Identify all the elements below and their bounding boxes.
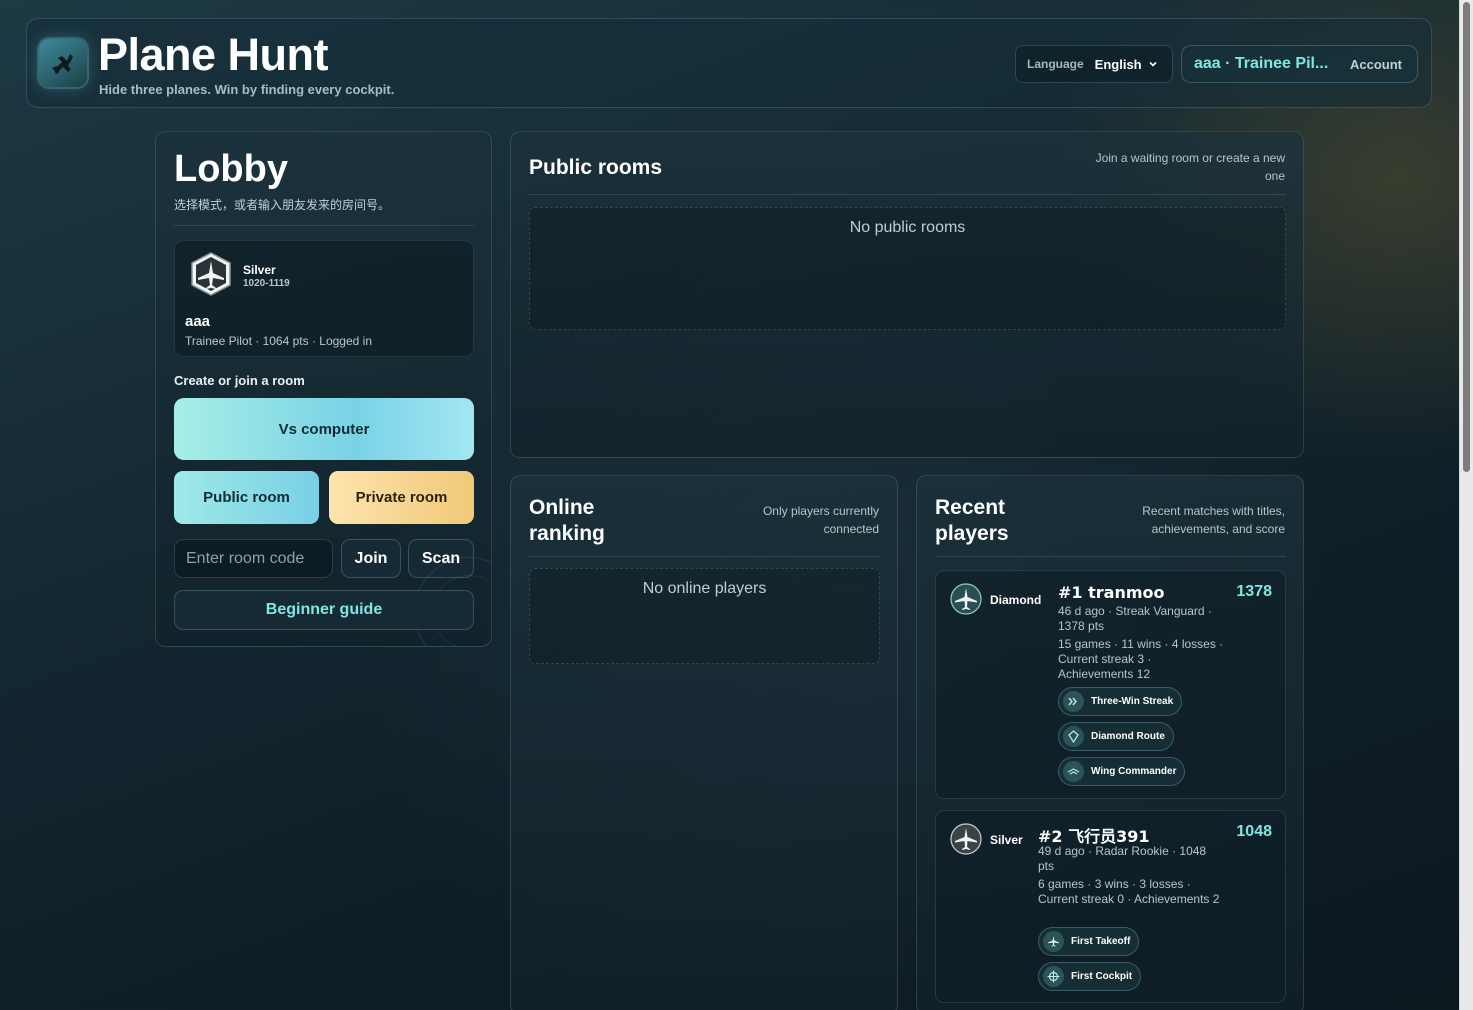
profile-name: aaa: [185, 313, 211, 330]
create-join-label: Create or join a room: [174, 373, 305, 388]
room-code-input[interactable]: [174, 539, 333, 578]
achievement-chip: Diamond Route: [1058, 722, 1174, 751]
vs-computer-button[interactable]: Vs computer: [174, 398, 474, 460]
lobby-panel: Lobby 选择模式，或者输入朋友发来的房间号。 Silver 1020-111…: [155, 131, 492, 647]
account-button[interactable]: Account: [1350, 57, 1402, 72]
online-ranking-note: Only players currently connected: [762, 504, 879, 536]
streak-arrows-icon: [1063, 691, 1084, 712]
private-room-button[interactable]: Private room: [329, 471, 474, 524]
online-ranking-title: Online ranking: [529, 496, 605, 545]
app-title: Plane Hunt: [98, 29, 329, 80]
silver-rank-badge-icon: [950, 823, 982, 855]
public-rooms-panel: Public rooms Join a waiting room or crea…: [510, 131, 1304, 458]
wing-commander-icon: [1063, 761, 1084, 782]
player-tier: Silver: [990, 833, 1023, 847]
player-stats: 6 games · 3 wins · 3 losses · Current st…: [1038, 877, 1220, 906]
crosshair-icon: [1043, 966, 1064, 987]
achievement-chip: First Cockpit: [1038, 962, 1142, 991]
public-rooms-note: Join a waiting room or create a new one: [1095, 151, 1285, 183]
player-name: #1 tranmoo: [1058, 583, 1165, 602]
achievement-label: Diamond Route: [1091, 731, 1165, 742]
public-rooms-title: Public rooms: [529, 156, 663, 179]
page-scrollbar[interactable]: [1459, 0, 1473, 1010]
player-summary: 49 d ago · Radar Rookie · 1048 pts: [1038, 844, 1207, 873]
online-ranking-divider: [529, 556, 880, 557]
achievement-label: First Takeoff: [1071, 936, 1131, 947]
diamond-route-icon: [1063, 726, 1084, 747]
app-subtitle: Hide three planes. Win by finding every …: [99, 82, 395, 97]
player-card[interactable]: Diamond #1 tranmoo 1378 46 d ago · Strea…: [935, 570, 1286, 799]
diamond-rank-badge-icon: [950, 583, 982, 615]
player-score: 1048: [1236, 823, 1272, 840]
account-menu[interactable]: aaa · Trainee Pil... Account: [1181, 45, 1418, 83]
chevron-down-icon: [1148, 59, 1158, 69]
app-logo: [39, 39, 87, 87]
silver-rank-badge-icon: [191, 252, 231, 296]
player-stats: 15 games · 11 wins · 4 losses · Current …: [1058, 637, 1224, 681]
player-score: 1378: [1236, 583, 1272, 600]
achievement-chip: Wing Commander: [1058, 757, 1186, 786]
recent-players-title: Recent players: [935, 496, 1009, 545]
online-ranking-empty: No online players: [529, 568, 880, 664]
recent-players-divider: [935, 556, 1286, 557]
achievement-label: First Cockpit: [1071, 971, 1133, 982]
lobby-divider: [174, 225, 474, 226]
achievement-chip: First Takeoff: [1038, 927, 1140, 956]
player-tier: Diamond: [990, 593, 1042, 607]
achievement-chip: Three-Win Streak: [1058, 687, 1183, 716]
recent-players-note: Recent matches with titles, achievements…: [1142, 504, 1285, 536]
player-summary: 46 d ago · Streak Vanguard · 1378 pts: [1058, 604, 1212, 633]
achievement-label: Wing Commander: [1091, 766, 1177, 777]
profile-meta: Trainee Pilot · 1064 pts · Logged in: [185, 334, 373, 348]
plane-logo-icon: [52, 54, 73, 74]
beginner-guide-button[interactable]: Beginner guide: [174, 590, 474, 630]
language-selector[interactable]: Language English: [1015, 45, 1173, 83]
public-rooms-empty: No public rooms: [529, 207, 1286, 330]
recent-players-panel: Recent players Recent matches with title…: [916, 475, 1304, 1010]
plane-takeoff-icon: [1043, 931, 1064, 952]
achievement-label: Three-Win Streak: [1091, 696, 1174, 707]
account-name: aaa · Trainee Pil...: [1194, 55, 1329, 72]
player-card[interactable]: Silver #2 飞行员391 1048 49 d ago · Radar R…: [935, 810, 1286, 1003]
language-value: English: [1094, 56, 1142, 72]
lobby-title: Lobby: [174, 148, 288, 190]
profile-card: Silver 1020-1119 aaa Trainee Pilot · 106…: [174, 240, 474, 357]
app-header: Plane Hunt Hide three planes. Win by fin…: [26, 18, 1432, 108]
rank-name: Silver: [243, 263, 276, 277]
online-ranking-panel: Online ranking Only players currently co…: [510, 475, 898, 1010]
lobby-subtitle: 选择模式，或者输入朋友发来的房间号。: [174, 198, 391, 212]
public-rooms-divider: [529, 194, 1286, 195]
rank-range: 1020-1119: [243, 278, 290, 289]
language-label: Language: [1027, 57, 1084, 71]
scrollbar-thumb[interactable]: [1463, 2, 1470, 472]
join-button[interactable]: Join: [341, 539, 401, 578]
public-room-button[interactable]: Public room: [174, 471, 319, 524]
